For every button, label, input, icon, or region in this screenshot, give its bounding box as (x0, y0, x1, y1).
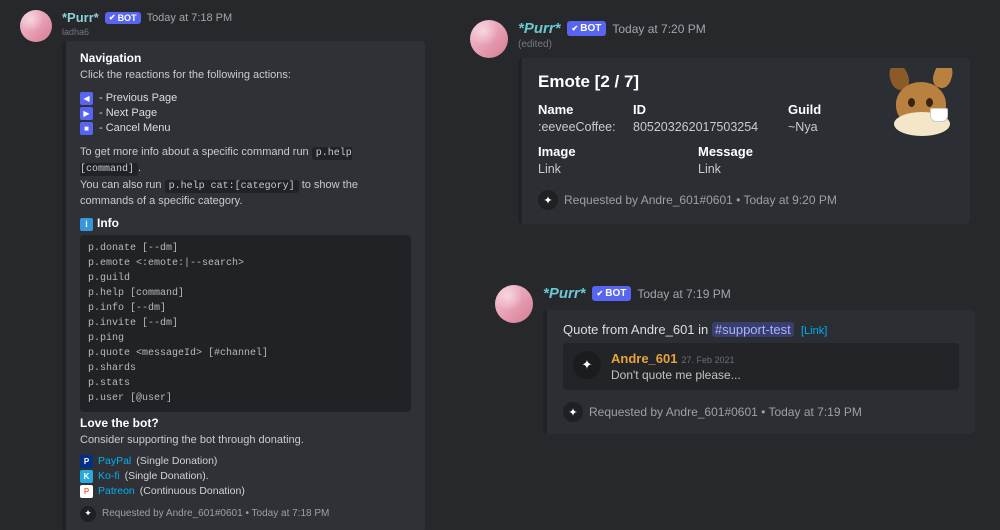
emote-thumbnail[interactable] (886, 68, 958, 140)
field-image-label: Image (538, 144, 698, 159)
next-page-icon[interactable]: ▶ (80, 107, 93, 120)
message-timestamp: Today at 7:18 PM (147, 12, 233, 24)
field-id-value: 805203262017503254 (633, 120, 788, 134)
paypal-link[interactable]: PayPal (98, 455, 131, 467)
love-heading: Love the bot? (80, 416, 411, 430)
quoted-user-avatar-icon[interactable]: ✦ (573, 351, 601, 379)
quoted-text: Don't quote me please... (611, 368, 741, 382)
bot-username[interactable]: *Purr* (518, 20, 561, 37)
quote-embed: Quote from Andre_601 in #support-test [L… (543, 310, 975, 434)
field-message-label: Message (698, 144, 954, 159)
quoted-date: 27. Feb 2021 (681, 355, 734, 365)
help-category-code: p.help cat:[category] (165, 180, 299, 193)
donate-patreon[interactable]: PPatreon(Continuous Donation) (80, 485, 411, 498)
prev-page-label: - Previous Page (99, 92, 177, 104)
footer-avatar-icon: ✦ (538, 190, 558, 210)
eevee-coffee-icon (886, 68, 958, 140)
emote-embed: Emote [2 / 7] Name :eeveeCoffee: ID 8052… (518, 58, 970, 224)
help-embed: Navigation Click the reactions for the f… (62, 41, 425, 530)
info-icon: i (80, 218, 93, 231)
embed-footer: ✦ Requested by Andre_601#0601 • Today at… (538, 190, 954, 210)
more-info-text: To get more info about a specific comman… (80, 145, 411, 178)
next-page-label: - Next Page (99, 107, 157, 119)
quote-jump-link[interactable]: [Link] (801, 325, 827, 337)
patreon-icon: P (80, 485, 93, 498)
love-description: Consider supporting the bot through dona… (80, 433, 411, 449)
message-emote: *Purr* ✔BOT Today at 7:20 PM (edited) Em… (470, 20, 970, 224)
quoted-message: ✦ Andre_601 27. Feb 2021 Don't quote me p… (563, 343, 959, 390)
bot-avatar[interactable] (470, 20, 508, 58)
bot-badge: ✔BOT (105, 12, 141, 24)
paypal-icon: P (80, 455, 93, 468)
bot-username[interactable]: *Purr* (62, 10, 99, 25)
patreon-link[interactable]: Patreon (98, 485, 135, 497)
field-name-label: Name (538, 102, 633, 117)
message-subtext: ladha6 (62, 27, 425, 37)
message-timestamp: Today at 7:19 PM (637, 287, 730, 301)
kofi-icon: K (80, 470, 93, 483)
cancel-menu-icon[interactable]: ■ (80, 122, 93, 135)
edited-indicator: (edited) (518, 39, 970, 50)
nav-heading: Navigation (80, 51, 411, 65)
footer-avatar-icon: ✦ (80, 506, 96, 522)
field-guild-label: Guild (788, 102, 874, 117)
channel-mention[interactable]: #support-test (712, 322, 794, 337)
message-quote: *Purr* ✔BOT Today at 7:19 PM Quote from … (495, 285, 975, 434)
prev-page-icon[interactable]: ◀ (80, 92, 93, 105)
bot-badge: ✔BOT (567, 21, 607, 36)
verified-check-icon: ✔ (597, 289, 604, 298)
footer-avatar-icon: ✦ (563, 402, 583, 422)
message-help: *Purr* ✔BOT Today at 7:18 PM ladha6 Navi… (20, 10, 425, 530)
quote-source: Quote from Andre_601 in #support-test [L… (563, 322, 959, 337)
field-name-value: :eeveeCoffee: (538, 120, 633, 134)
info-heading: iInfo (80, 216, 411, 231)
nav-description: Click the reactions for the following ac… (80, 68, 411, 84)
field-image-link[interactable]: Link (538, 162, 698, 176)
bot-avatar[interactable] (20, 10, 52, 42)
verified-check-icon: ✔ (572, 24, 579, 33)
more-info-text-2: You can also run p.help cat:[category] t… (80, 178, 411, 210)
cancel-menu-label: - Cancel Menu (99, 122, 171, 134)
field-message-link[interactable]: Link (698, 162, 954, 176)
field-id-label: ID (633, 102, 788, 117)
quoted-username[interactable]: Andre_601 (611, 351, 677, 366)
donate-kofi[interactable]: KKo-fi(Single Donation). (80, 470, 411, 483)
embed-footer: ✦ Requested by Andre_601#0601 • Today at… (563, 402, 959, 422)
kofi-link[interactable]: Ko-fi (98, 470, 120, 482)
bot-username[interactable]: *Purr* (543, 285, 586, 302)
verified-check-icon: ✔ (109, 13, 116, 22)
message-timestamp: Today at 7:20 PM (612, 22, 705, 36)
bot-avatar[interactable] (495, 285, 533, 323)
donate-paypal[interactable]: PPayPal(Single Donation) (80, 455, 411, 468)
embed-footer: ✦ Requested by Andre_601#0601 • Today at… (80, 506, 411, 522)
field-guild-value: ~Nya (788, 120, 874, 134)
bot-badge: ✔BOT (592, 286, 632, 301)
command-list-code: p.donate [--dm] p.emote <:emote:|--searc… (80, 235, 411, 412)
